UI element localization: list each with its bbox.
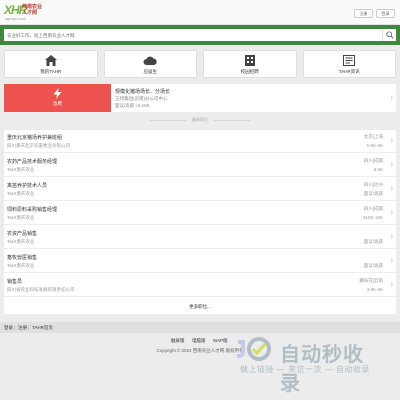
search-bar [0, 25, 400, 45]
main-nav: 我的TAHR 应届生 校园招聘 TAHR资讯 [4, 50, 396, 78]
nav-label: 应届生 [143, 69, 158, 74]
logo-name: 西南农业人才网 [22, 4, 43, 16]
job-company: 四川重庆北京农畜牧业有限公司 [7, 143, 70, 148]
site-logo[interactable]: XHR 西南农业人才网 agri.xhrc.com [4, 3, 54, 22]
section-label: 最新职位 [192, 117, 208, 122]
chevron-right-icon: › [390, 280, 393, 289]
job-title: 禽苗养护技术人员 [7, 183, 48, 189]
logo-url: agri.xhrc.com [5, 17, 27, 21]
job-row[interactable]: 禽苗养护技术人员 TaHr重庆农业 四川|达州 面议/高薪 › [4, 178, 396, 201]
copyright: Copyright © 2024 西南农业人才网 版权所有 [156, 348, 244, 353]
job-row[interactable]: 农药产品技术服务经理 TaHr重庆农业 四川|成都 8.5K › [4, 154, 396, 177]
featured-job-company: 正邦集团(云南)分公司中心 [115, 96, 168, 101]
job-salary: 面议/高薪 [363, 191, 383, 196]
urgent-label: 急聘 [53, 101, 62, 106]
lightning-icon [53, 88, 62, 99]
job-title: 农资产品销售 [7, 231, 38, 237]
featured-job[interactable]: 急聘 规模化猪场场长、分场长 正邦集团(云南)分公司中心 面议/高薪 | ¥ 1… [4, 84, 396, 112]
job-salary: 4-6K·6K [366, 287, 383, 292]
job-location: 四川|成都 [363, 206, 383, 211]
cloud-icon [143, 56, 157, 65]
nav-label: 我的TAHR [40, 69, 62, 74]
more-jobs-link[interactable]: 更多职位... [4, 300, 396, 314]
site-footer: 触屏版 电脑版 WAP版 Copyright © 2024 西南农业人才网 版权… [0, 338, 400, 362]
site-header: XHR 西南农业人才网 agri.xhrc.com 注册 登录 [0, 0, 400, 25]
job-row[interactable]: 饲料原料采购销售经理 TaHr重庆农业 四川|成都 ¥10K-15K › [4, 202, 396, 225]
chevron-right-icon: › [390, 232, 393, 241]
job-title: 畜牧兽医销售 [7, 255, 38, 261]
footer-link-touch[interactable]: 触屏版 [171, 338, 185, 344]
job-location: 四川|达州 [363, 182, 383, 187]
nav-label: 校园招聘 [240, 69, 259, 74]
job-company: 四川省农业科技发展有限责任公司 [7, 287, 75, 292]
news-icon [343, 55, 356, 66]
job-title: 农药产品技术服务经理 [7, 159, 58, 165]
job-salary: ¥10K-15K [362, 215, 383, 220]
building-icon [244, 55, 255, 66]
job-row[interactable]: 销售员 四川省农业科技发展有限责任公司 攀枝花|云南 4-6K·6K › [4, 274, 396, 297]
job-salary: 8.5K [373, 167, 383, 172]
job-salary: 6-8K·6K [366, 143, 383, 148]
footer-link-wap[interactable]: WAP版 [213, 338, 228, 344]
job-company: TaHr重庆农业 [7, 215, 35, 220]
nav-label: TAHR资讯 [338, 69, 360, 74]
bottom-register-link[interactable]: 注册 [18, 325, 27, 331]
chevron-right-icon: › [390, 256, 393, 265]
job-salary: 面议/高薪 [363, 239, 383, 244]
register-button[interactable]: 注册 [354, 9, 373, 18]
bottom-nav: 登录 | 注册 | TAHR首页 [0, 322, 400, 333]
nav-item-campus[interactable]: 校园招聘 [203, 50, 297, 78]
job-row[interactable]: 畜牧兽医销售 TaHr重庆农业 面议/高薪 › [4, 250, 396, 273]
job-company: TaHr重庆农业 [7, 167, 35, 172]
search-icon [386, 31, 394, 39]
search-button[interactable] [382, 29, 396, 41]
job-location: 四川|成都 [363, 158, 383, 163]
job-title: 重庆北京猪场养护兼班组 [7, 135, 63, 141]
chevron-right-icon: › [390, 184, 393, 193]
job-salary: 面议/高薪 [363, 263, 383, 268]
search-input[interactable] [4, 29, 382, 41]
login-button[interactable]: 登录 [376, 9, 395, 18]
bottom-login-link[interactable]: 登录 [4, 325, 13, 331]
home-icon [44, 55, 57, 66]
job-company: TaHr重庆农业 [7, 263, 35, 268]
job-location: 攀枝花|云南 [359, 278, 383, 283]
nav-item-graduates[interactable]: 应届生 [103, 50, 197, 78]
urgent-tile: 急聘 [4, 84, 111, 112]
bottom-home-link[interactable]: TAHR首页 [32, 325, 53, 331]
job-title: 饲料原料采购销售经理 [7, 207, 58, 213]
job-list: 重庆北京猪场养护兼班组 四川重庆北京农畜牧业有限公司 北京|上海 6-8K·6K… [4, 130, 396, 314]
chevron-right-icon: › [390, 160, 393, 169]
footer-link-desktop[interactable]: 电脑版 [192, 338, 206, 344]
featured-job-title: 规模化猪场场长、分场长 [115, 89, 171, 95]
job-company: TaHr重庆农业 [7, 239, 35, 244]
job-company: TaHr重庆农业 [7, 191, 35, 196]
watermark-subtitle: 做上链接 — 来访一次 — 自动收录 [240, 365, 370, 374]
nav-item-news[interactable]: TAHR资讯 [302, 50, 396, 78]
chevron-right-icon: › [390, 136, 393, 145]
section-divider: 最新职位 [0, 117, 400, 123]
featured-job-salary: 面议/高薪 | ¥ 15K [115, 103, 150, 108]
job-location: 北京|上海 [363, 134, 383, 139]
chevron-right-icon: › [390, 93, 393, 102]
divider: | [14, 325, 16, 330]
job-title: 销售员 [7, 279, 23, 285]
nav-item-my-tahr[interactable]: 我的TAHR [4, 50, 98, 78]
divider: | [28, 325, 30, 330]
chevron-right-icon: › [390, 208, 393, 217]
job-row[interactable]: 农资产品销售 TaHr重庆农业 面议/高薪 › [4, 226, 396, 249]
job-row[interactable]: 重庆北京猪场养护兼班组 四川重庆北京农畜牧业有限公司 北京|上海 6-8K·6K… [4, 130, 396, 153]
